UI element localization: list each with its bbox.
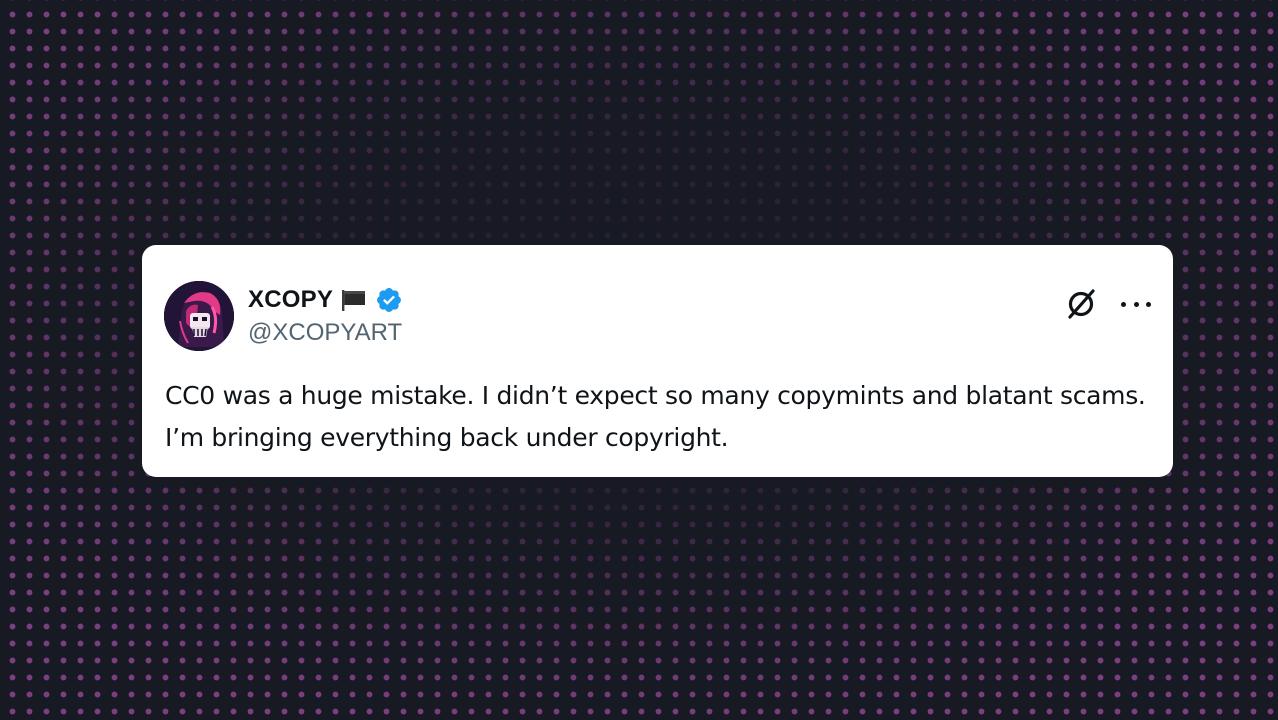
display-name[interactable]: XCOPY <box>248 286 333 314</box>
more-options-icon[interactable] <box>1121 294 1151 314</box>
tweet-text: CC0 was a huge mistake. I didn’t expect … <box>165 381 1146 452</box>
dot <box>1146 301 1151 307</box>
tweet-card[interactable]: XCOPY @XCOPYART CC0 was a huge mistake. … <box>142 245 1173 477</box>
black-flag-icon <box>339 287 369 313</box>
avatar[interactable] <box>164 281 234 351</box>
verified-badge-icon[interactable] <box>375 286 403 314</box>
dot <box>1121 301 1126 307</box>
author-name-row: XCOPY <box>248 285 403 315</box>
author-handle[interactable]: @XCOPYART <box>248 319 402 347</box>
x-logo-icon[interactable] <box>1064 287 1098 321</box>
dot <box>1133 301 1139 307</box>
